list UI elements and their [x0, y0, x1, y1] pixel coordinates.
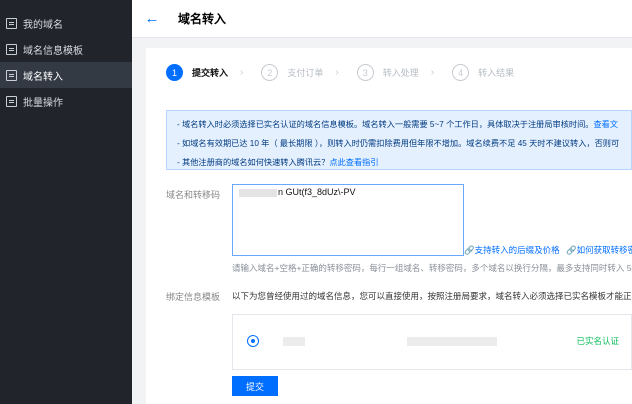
main-content: 1 提交转入 › 2 支付订单 › 3 转入处理 › 4 转入结果 - 域名转入…	[146, 48, 632, 404]
sidebar-item-label: 我的域名	[23, 19, 63, 31]
step-number: 4	[452, 64, 470, 81]
chevron-right-icon: ›	[240, 67, 244, 78]
step-submit: 1 提交转入 ›	[166, 64, 243, 81]
transfer-icon	[6, 69, 17, 81]
stepper: 1 提交转入 › 2 支付订单 › 3 转入处理 › 4 转入结果	[166, 64, 532, 81]
info-line-2: - 如域名有效期已达 10 年（ 最长期限 ），则转入时仍需扣除费用但年限不增加…	[177, 139, 620, 148]
list-icon	[6, 17, 17, 29]
page-header: ← 域名转入	[132, 0, 632, 38]
step-number: 1	[166, 64, 183, 81]
step-label: 支付订单	[287, 68, 324, 78]
template-icon	[6, 43, 17, 55]
sidebar-item-label: 域名转入	[23, 71, 63, 83]
info-notice: - 域名转入时必须选择已实名认证的域名信息模板。域名转入一般需要 5~7 个工作…	[166, 110, 632, 170]
sidebar-item-batch-operations[interactable]: 批量操作	[0, 88, 132, 114]
page-title: 域名转入	[178, 12, 227, 26]
sidebar-item-domain-template[interactable]: 域名信息模板	[0, 36, 132, 62]
step-label: 提交转入	[192, 68, 229, 78]
template-radio[interactable]	[247, 335, 259, 347]
verified-status: 已实名认证	[576, 336, 619, 346]
template-hint: 以下为您曾经使用过的域名信息，您可以直接使用，按照注册局要求，域名转入必须选择已…	[232, 291, 632, 301]
sidebar-item-label: 域名信息模板	[23, 45, 83, 57]
input-hint: 请输入域名+空格+正确的转移密码，每行一组域名、转移密码，多个域名以换行分隔，最…	[232, 263, 632, 273]
sidebar-item-domain-transfer[interactable]: 域名转入	[0, 62, 132, 88]
guide-link[interactable]: 点此查看指引	[329, 158, 378, 167]
sidebar-item-label: 批量操作	[23, 97, 63, 109]
submit-button[interactable]: 提交	[232, 376, 278, 396]
step-process: 3 转入处理 ›	[356, 64, 435, 81]
step-number: 3	[356, 64, 374, 81]
chevron-right-icon: ›	[335, 67, 339, 78]
batch-icon	[6, 95, 17, 107]
redacted-text	[283, 337, 305, 346]
redacted-text	[407, 337, 497, 346]
get-transfer-code-link[interactable]: 🔗如何获取转移密码	[566, 245, 632, 255]
step-label: 转入结果	[478, 68, 515, 78]
supported-suffix-link[interactable]: 🔗支持转入的后缀及价格	[464, 245, 560, 255]
template-field-label: 绑定信息模板	[166, 292, 221, 302]
template-option[interactable]: 已实名认证	[232, 314, 632, 370]
sidebar-item-my-domains[interactable]: 我的域名	[0, 10, 132, 36]
sidebar: 我的域名 域名信息模板 域名转入 批量操作	[0, 0, 132, 404]
step-label: 转入处理	[382, 68, 419, 78]
step-number: 2	[261, 64, 279, 81]
redacted-text	[239, 188, 277, 197]
help-links: 🔗支持转入的后缀及价格 🔗如何获取转移密码	[464, 244, 632, 256]
info-line-3: - 其他注册商的域名如何快速转入腾讯云？点此查看指引	[177, 158, 379, 167]
domain-field-label: 域名和转移码	[166, 190, 221, 200]
step-result: 4 转入结果	[452, 64, 514, 81]
info-line-1: - 域名转入时必须选择已实名认证的域名信息模板。域名转入一般需要 5~7 个工作…	[177, 120, 619, 129]
chevron-right-icon: ›	[430, 67, 435, 78]
domain-transfer-code-input[interactable]: n GUt(f3_8dUz\-PV	[232, 184, 464, 256]
step-pay: 2 支付订单 ›	[261, 64, 339, 81]
back-arrow-icon[interactable]: ←	[144, 10, 160, 27]
app-root: 我的域名 域名信息模板 域名转入 批量操作 ← 域名转入 1 提交转入 › 2	[0, 0, 632, 404]
view-doc-link[interactable]: 查看文	[593, 120, 618, 129]
